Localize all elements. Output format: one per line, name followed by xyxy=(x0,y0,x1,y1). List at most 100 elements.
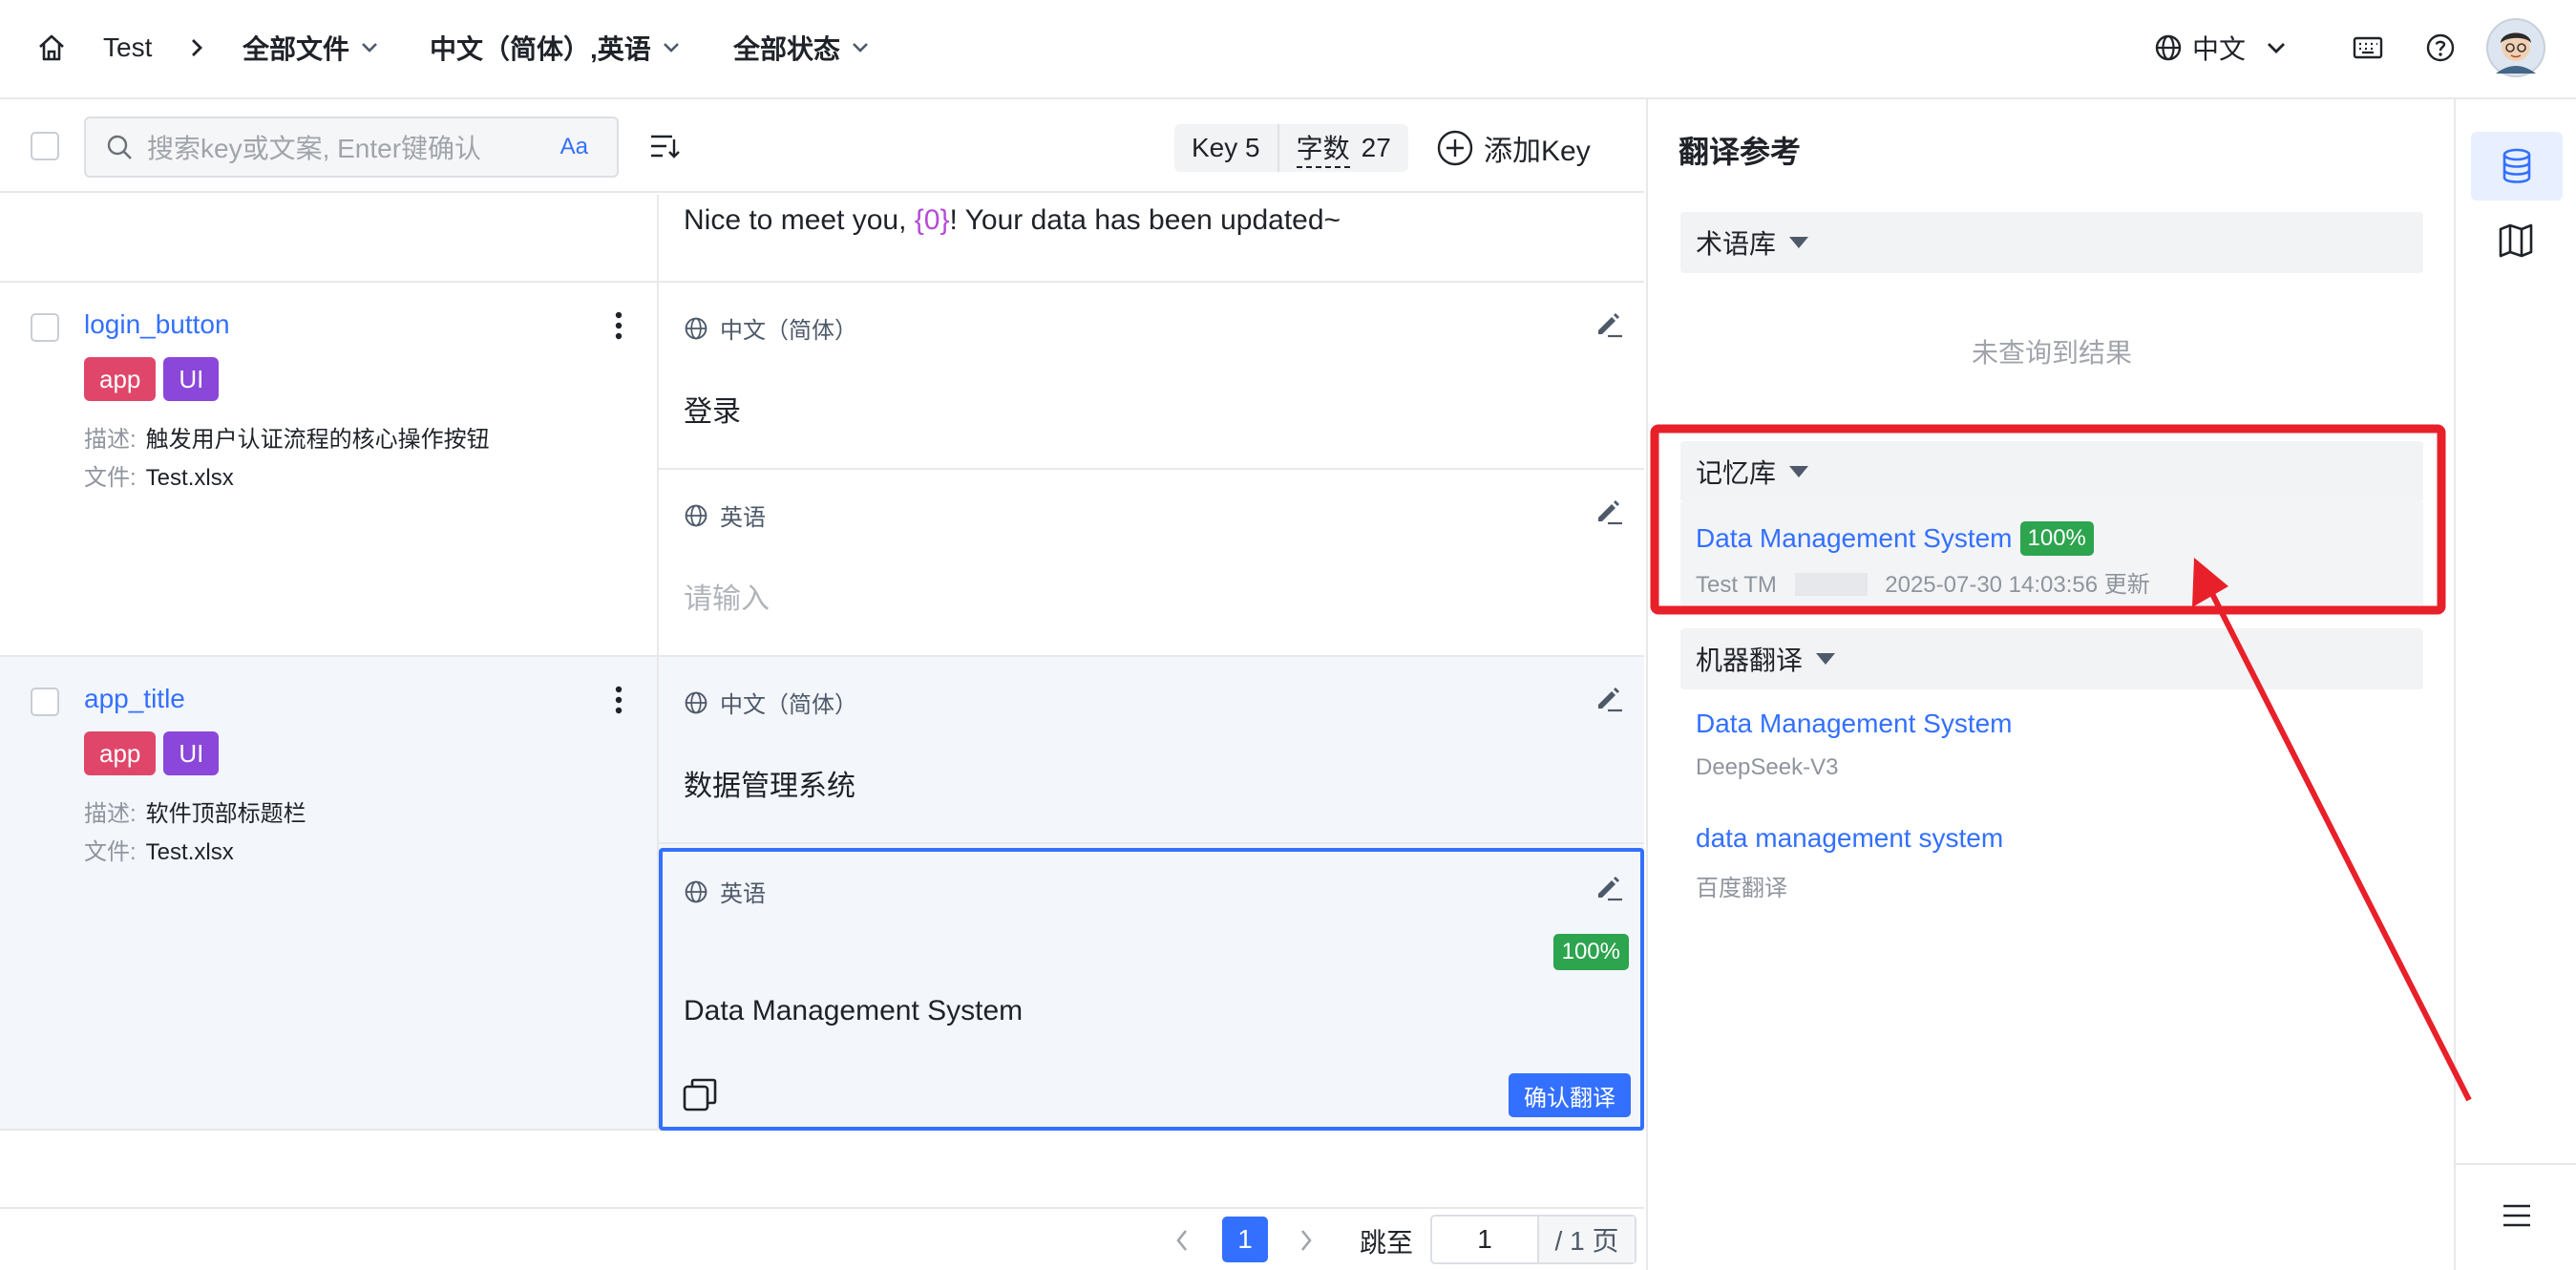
placeholder-token: {0} xyxy=(914,204,950,236)
map-icon[interactable] xyxy=(2498,223,2534,263)
sort-icon[interactable] xyxy=(649,132,680,165)
translation-text: Data Management System xyxy=(684,995,1024,1027)
row-checkbox[interactable] xyxy=(31,688,59,716)
termbase-label: 术语库 xyxy=(1696,229,1777,259)
tag-app: app xyxy=(84,357,157,401)
key-row: login_button app UI 描述: 触发用户认证流程的核心操作按钮 文… xyxy=(0,283,1644,657)
edit-icon[interactable] xyxy=(1593,873,1623,906)
mt-result-text[interactable]: Data Management System xyxy=(1696,709,2013,739)
mt-result-text[interactable]: data management system xyxy=(1696,823,2003,854)
add-circle-icon xyxy=(1437,130,1473,166)
key-description: 描述: 软件顶部标题栏 xyxy=(84,794,306,828)
word-count: 字数 27 xyxy=(1277,124,1408,172)
panel-title: 翻译参考 xyxy=(1679,135,1802,169)
language-label: 英语 xyxy=(720,881,766,907)
caret-down-icon xyxy=(1789,466,1809,477)
avatar[interactable] xyxy=(2486,0,2545,95)
file-value: Test.xlsx xyxy=(145,839,234,865)
key-info-partial xyxy=(0,195,659,281)
home-icon[interactable] xyxy=(36,0,67,95)
mt-label: 机器翻译 xyxy=(1696,646,1804,675)
globe-icon xyxy=(2155,34,2182,61)
key-info: app_title app UI 描述: 软件顶部标题栏 文件: Test.xlsx xyxy=(0,657,659,1129)
menu-icon[interactable] xyxy=(2502,1203,2532,1233)
rail-divider xyxy=(2456,1163,2576,1165)
description-label: 描述: xyxy=(84,801,137,827)
prev-page-icon[interactable] xyxy=(1174,1228,1190,1258)
select-all-checkbox[interactable] xyxy=(31,132,59,160)
add-key-button[interactable]: 添加Key xyxy=(1436,124,1591,172)
translation-cell-en[interactable]: 英语 请输入 xyxy=(659,470,1644,657)
jump-input[interactable]: 1 / 1 页 xyxy=(1430,1215,1636,1264)
key-file: 文件: Test.xlsx xyxy=(84,833,234,866)
edit-icon[interactable] xyxy=(1593,684,1623,717)
status-filter-dropdown[interactable]: 全部状态 xyxy=(733,0,869,95)
case-sensitive-toggle[interactable]: Aa xyxy=(560,134,588,160)
breadcrumb-separator-icon xyxy=(187,0,206,95)
search-input[interactable]: 搜索key或文案, Enter键确认 Aa xyxy=(84,116,619,178)
memory-match-badge: 100% xyxy=(2019,521,2094,556)
globe-icon xyxy=(685,504,707,526)
translation-cell-zh[interactable]: 中文（简体） 登录 xyxy=(659,283,1644,470)
key-name-link[interactable]: app_title xyxy=(84,684,185,714)
files-filter-dropdown[interactable]: 全部文件 xyxy=(243,0,378,95)
termbase-empty: 未查询到结果 xyxy=(1971,338,2132,368)
chevron-down-icon xyxy=(853,43,868,53)
text-segment: ! Your data has been updated~ xyxy=(949,204,1341,236)
confirm-translation-button[interactable]: 确认翻译 xyxy=(1509,1073,1631,1117)
key-count: Key 5 xyxy=(1192,133,1260,162)
translation-cell[interactable]: Nice to meet you, {0}! Your data has bee… xyxy=(659,195,1644,283)
language-label: 中文（简体） xyxy=(720,318,857,344)
key-info: login_button app UI 描述: 触发用户认证流程的核心操作按钮 文… xyxy=(0,283,659,655)
translation-text: Nice to meet you, {0}! Your data has bee… xyxy=(684,204,1341,237)
row-checkbox[interactable] xyxy=(31,313,59,342)
key-description: 描述: 触发用户认证流程的核心操作按钮 xyxy=(84,420,490,454)
key-row-partial: Nice to meet you, {0}! Your data has bee… xyxy=(0,195,1644,283)
termbase-section-header[interactable]: 术语库 xyxy=(1680,212,2423,273)
memory-match[interactable]: Data Management System 100% xyxy=(1696,521,2094,556)
status-filter-label: 全部状态 xyxy=(733,34,841,64)
project-breadcrumb[interactable]: Test xyxy=(103,0,152,95)
language-filter-dropdown[interactable]: 中文（简体）,英语 xyxy=(430,0,680,95)
database-icon[interactable] xyxy=(2471,132,2563,201)
add-key-label: 添加Key xyxy=(1484,136,1591,167)
next-page-icon[interactable] xyxy=(1299,1228,1314,1258)
edit-icon[interactable] xyxy=(1593,497,1623,530)
key-stats: Key 5 字数 27 xyxy=(1174,124,1408,172)
mt-engine: DeepSeek-V3 xyxy=(1696,754,1839,780)
jump-label: 跳至 xyxy=(1360,1228,1414,1258)
description-label: 描述: xyxy=(84,427,137,453)
cell-language: 英语 xyxy=(684,498,766,532)
chevron-down-icon xyxy=(2268,43,2286,53)
more-options-icon[interactable] xyxy=(615,686,623,719)
memory-match-text: Data Management System xyxy=(1696,523,2013,553)
translation-cell-zh[interactable]: 中文（简体） 数据管理系统 xyxy=(659,657,1644,844)
key-name-link[interactable]: login_button xyxy=(84,309,230,340)
memory-section-header[interactable]: 记忆库 xyxy=(1680,441,2423,502)
key-file: 文件: Test.xlsx xyxy=(84,458,234,492)
project-name: Test xyxy=(103,32,153,62)
mt-section-header[interactable]: 机器翻译 xyxy=(1680,628,2423,689)
jump-input-value: 1 xyxy=(1477,1224,1492,1254)
memory-updated: 2025-07-30 14:03:56 更新 xyxy=(1885,572,2150,598)
help-icon[interactable] xyxy=(2425,0,2456,95)
copy-source-icon[interactable] xyxy=(682,1077,718,1118)
language-label: 英语 xyxy=(720,505,766,531)
ui-language-label: 中文 xyxy=(2192,34,2247,64)
translation-text: 数据管理系统 xyxy=(684,771,855,802)
memory-tm-name: Test TM xyxy=(1696,572,1777,598)
edit-icon[interactable] xyxy=(1593,309,1623,343)
translation-reference-panel: 翻译参考 术语库 未查询到结果 记忆库 Data Management Syst… xyxy=(1646,99,2454,1270)
search-placeholder: 搜索key或文案, Enter键确认 xyxy=(147,134,482,163)
page-number-current[interactable]: 1 xyxy=(1222,1217,1268,1262)
chevron-down-icon xyxy=(663,43,679,53)
translation-cell-en-active[interactable]: 英语 100% Data Management System 确认翻译 xyxy=(659,848,1644,1131)
language-filter-label: 中文（简体）,英语 xyxy=(430,34,651,64)
globe-icon xyxy=(685,691,707,713)
keyboard-shortcuts-icon[interactable] xyxy=(2353,0,2383,95)
list-toolbar: 搜索key或文案, Enter键确认 Aa Key 5 字数 27 添加Key xyxy=(0,99,1644,193)
top-bar: Test 全部文件 中文（简体）,英语 全部状态 中文 xyxy=(0,0,2576,99)
ui-language-switch[interactable]: 中文 xyxy=(2154,0,2286,95)
file-label: 文件: xyxy=(84,465,137,491)
more-options-icon[interactable] xyxy=(615,311,623,345)
